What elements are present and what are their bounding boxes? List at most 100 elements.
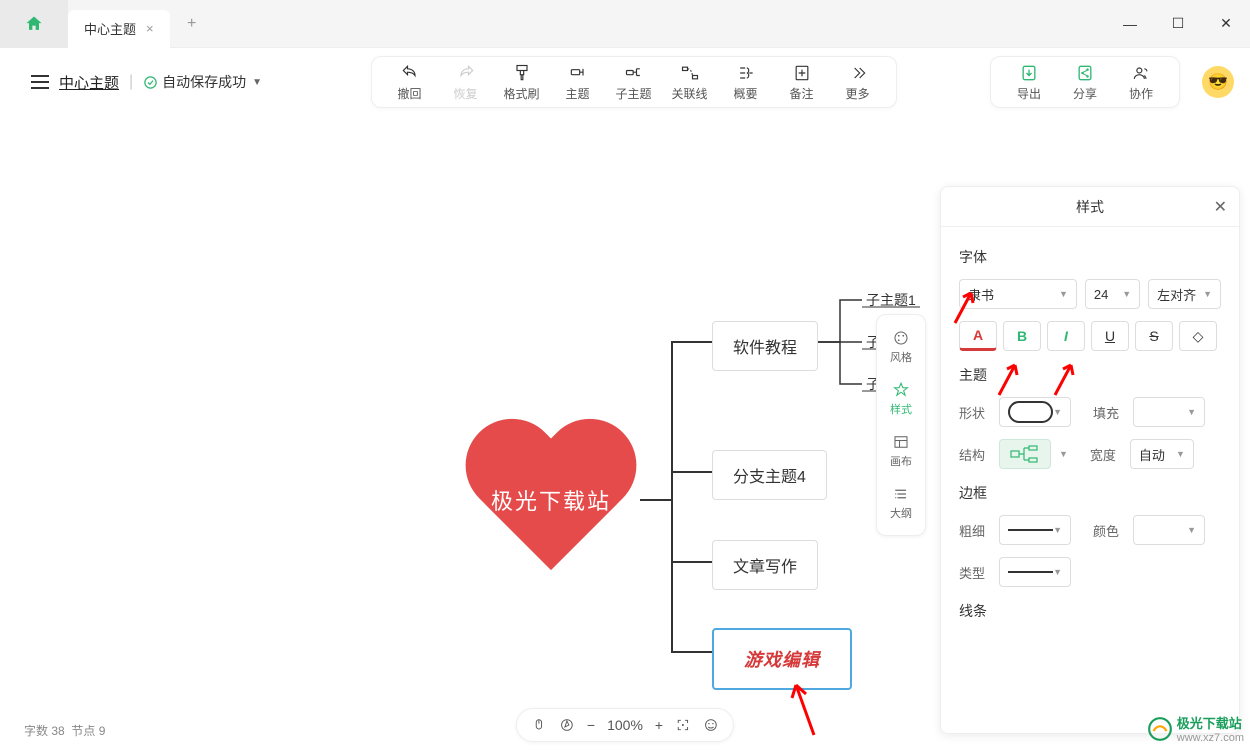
- width-select[interactable]: 自动▼: [1130, 439, 1194, 469]
- add-tab-button[interactable]: +: [180, 12, 204, 36]
- close-tab-icon[interactable]: ×: [146, 21, 154, 36]
- summary-button[interactable]: 概要: [718, 63, 774, 102]
- share-button[interactable]: 分享: [1057, 63, 1113, 102]
- undo-icon: [400, 63, 420, 83]
- note-icon: [792, 63, 812, 83]
- structure-select[interactable]: [999, 439, 1051, 469]
- export-icon: [1019, 63, 1039, 83]
- redo-button[interactable]: 恢复: [438, 63, 494, 102]
- relation-icon: [680, 63, 700, 83]
- home-icon: [24, 14, 44, 34]
- relation-button[interactable]: 关联线: [662, 63, 718, 102]
- layout-icon: [892, 433, 910, 451]
- underline-button[interactable]: U: [1091, 321, 1129, 351]
- chevron-down-icon: ▼: [1059, 449, 1068, 459]
- user-avatar[interactable]: 😎: [1202, 66, 1234, 98]
- document-name-area: 中心主题 | 自动保存成功 ▼: [16, 56, 277, 108]
- style-theme-tab[interactable]: 风格: [881, 323, 921, 371]
- document-name[interactable]: 中心主题: [59, 72, 119, 93]
- zoom-in-button[interactable]: +: [655, 717, 663, 733]
- canvas-tab[interactable]: 画布: [881, 427, 921, 475]
- format-row: A B I U S ◇: [959, 321, 1221, 351]
- fit-button[interactable]: [675, 717, 691, 733]
- style-panel-body: 字体 隶书▼ 24▼ 左对齐▼ A B I U S ◇ 主题 形状 ▼ 填充 ▼…: [941, 227, 1239, 733]
- sub-node[interactable]: 子主题1: [866, 290, 916, 310]
- word-count: 字数 38 节点 9: [24, 722, 105, 739]
- bold-button[interactable]: B: [1003, 321, 1041, 351]
- font-family-select[interactable]: 隶书▼: [959, 279, 1077, 309]
- chevron-down-icon: ▼: [1187, 407, 1196, 417]
- zoom-controls: − 100% +: [516, 708, 734, 742]
- strikethrough-button[interactable]: S: [1135, 321, 1173, 351]
- italic-button[interactable]: I: [1047, 321, 1085, 351]
- palette-icon: [892, 329, 910, 347]
- subtopic-button[interactable]: 子主题: [606, 63, 662, 102]
- zoom-level[interactable]: 100%: [607, 717, 643, 733]
- chevron-down-icon: ▼: [1053, 525, 1062, 535]
- home-tab[interactable]: [0, 0, 68, 48]
- branch-node-selected[interactable]: 游戏编辑: [712, 628, 852, 690]
- border-color-select[interactable]: ▼: [1133, 515, 1205, 545]
- mouse-mode-button[interactable]: [531, 717, 547, 733]
- format-painter-button[interactable]: 格式刷: [494, 63, 550, 102]
- shape-select[interactable]: ▼: [999, 397, 1071, 427]
- undo-button[interactable]: 撤回: [382, 63, 438, 102]
- watermark: 极光下载站 www.xz7.com: [1147, 713, 1244, 744]
- line-swatch-icon: [1008, 529, 1053, 531]
- outline-tab[interactable]: 大纲: [881, 479, 921, 527]
- collab-button[interactable]: 协作: [1113, 63, 1169, 102]
- chevron-down-icon: ▼: [252, 77, 262, 88]
- close-window-button[interactable]: ✕: [1202, 0, 1250, 48]
- fill-select[interactable]: ▼: [1133, 397, 1205, 427]
- shape-swatch-icon: [1008, 401, 1053, 423]
- style-panel-header: 样式 ✕: [941, 187, 1239, 227]
- border-weight-select[interactable]: ▼: [999, 515, 1071, 545]
- branch-node[interactable]: 文章写作: [712, 540, 818, 590]
- zoom-out-button[interactable]: −: [587, 717, 595, 733]
- branch-node[interactable]: 软件教程: [712, 321, 818, 371]
- style-panel: 样式 ✕ 字体 隶书▼ 24▼ 左对齐▼ A B I U S ◇ 主题 形状 ▼…: [940, 186, 1240, 734]
- check-circle-icon: [143, 75, 158, 90]
- users-icon: [1131, 63, 1151, 83]
- smile-icon: [703, 717, 719, 733]
- structure-icon: [1009, 444, 1041, 464]
- tab-label: 中心主题: [84, 19, 136, 38]
- menu-icon[interactable]: [31, 75, 49, 89]
- topic-icon: [568, 63, 588, 83]
- right-toolbar: 导出 分享 协作: [990, 56, 1180, 108]
- chevron-down-icon: ▼: [1059, 289, 1068, 299]
- note-button[interactable]: 备注: [774, 63, 830, 102]
- section-font-title: 字体: [959, 247, 1221, 267]
- compass-icon: [559, 717, 575, 733]
- document-tab[interactable]: 中心主题 ×: [68, 10, 170, 48]
- text-align-select[interactable]: 左对齐▼: [1148, 279, 1221, 309]
- topic-button[interactable]: 主题: [550, 63, 606, 102]
- center-node[interactable]: 极光下载站: [458, 422, 644, 592]
- font-size-select[interactable]: 24▼: [1085, 279, 1140, 309]
- save-status[interactable]: 自动保存成功 ▼: [143, 72, 262, 92]
- more-view-button[interactable]: [703, 717, 719, 733]
- navigate-button[interactable]: [559, 717, 575, 733]
- border-type-row: 类型 ▼: [959, 557, 1221, 587]
- share-icon: [1075, 63, 1095, 83]
- top-toolbar-row: 中心主题 | 自动保存成功 ▼ 撤回 恢复 格式刷 主题 子主题: [0, 48, 1250, 116]
- font-color-button[interactable]: A: [959, 321, 997, 351]
- export-button[interactable]: 导出: [1001, 63, 1057, 102]
- maximize-button[interactable]: ☐: [1154, 0, 1202, 48]
- close-panel-icon[interactable]: ✕: [1214, 197, 1227, 217]
- window-controls: — ☐ ✕: [1106, 0, 1250, 48]
- clear-format-button[interactable]: ◇: [1179, 321, 1217, 351]
- border-type-select[interactable]: ▼: [999, 557, 1071, 587]
- more-icon: [848, 63, 868, 83]
- branch-node[interactable]: 分支主题4: [712, 450, 827, 500]
- style-tab[interactable]: 样式: [881, 375, 921, 423]
- chevron-down-icon: ▼: [1176, 449, 1185, 459]
- more-button[interactable]: 更多: [830, 63, 886, 102]
- fit-icon: [675, 717, 691, 733]
- list-icon: [892, 485, 910, 503]
- struct-row: 结构 ▼ 宽度 自动▼: [959, 439, 1221, 469]
- main-toolbar: 撤回 恢复 格式刷 主题 子主题 关联线 概要 备注: [371, 56, 897, 108]
- chevron-down-icon: ▼: [1187, 525, 1196, 535]
- minimize-button[interactable]: —: [1106, 0, 1154, 48]
- line-swatch-icon: [1008, 571, 1053, 573]
